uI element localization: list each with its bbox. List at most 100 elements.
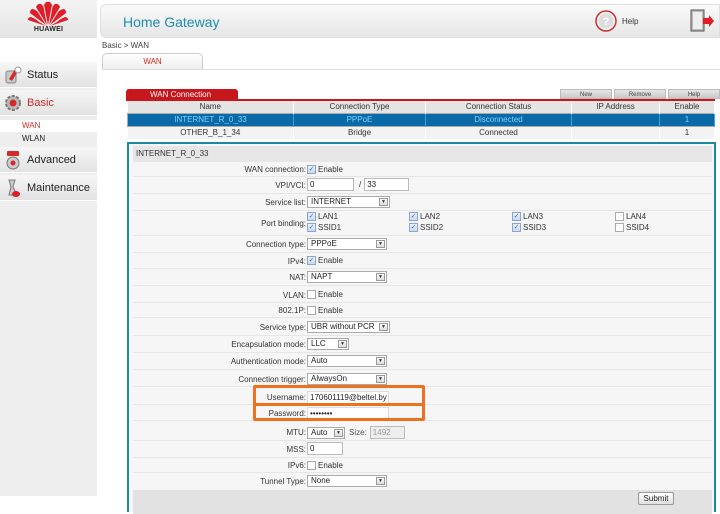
tunnel-type-select[interactable]: None ▼ <box>307 475 387 487</box>
huawei-logo: HUAWEI <box>0 0 97 38</box>
mss-input[interactable]: 0 <box>307 442 343 455</box>
encapsulation-row: Encapsulation mode: LLC ▼ <box>133 336 712 353</box>
sidebar-item-label: Status <box>27 68 59 81</box>
chevron-down-icon: ▼ <box>379 198 388 206</box>
ssid2-checkbox[interactable]: ✓ <box>409 223 418 232</box>
detail-title: INTERNET_R_0_33 <box>133 146 712 162</box>
ipv4-row: IPv4: ✓ Enable <box>133 253 712 269</box>
vlan-label: VLAN: <box>282 291 306 300</box>
table-row[interactable]: INTERNET_R_0_33 PPPoE Disconnected 1 <box>127 113 715 126</box>
sidebar-item-label: Advanced <box>27 153 76 166</box>
connection-type-select[interactable]: PPPoE ▼ <box>307 238 387 250</box>
port-binding-row: Port binding: ✓ LAN1 ✓ LAN2 ✓ LAN3 LAN4 ✓ SS… <box>133 211 712 236</box>
cell-ip <box>571 126 660 139</box>
brand-name: HUAWEI <box>33 26 64 33</box>
ssid1-checkbox[interactable]: ✓ <box>307 223 316 232</box>
8021p-label: 802.1P: <box>278 306 306 315</box>
mss-label: MSS: <box>286 445 306 454</box>
port-binding-label: Port binding: <box>261 219 306 228</box>
cell-enable: 1 <box>659 126 715 139</box>
8021p-checkbox[interactable] <box>307 306 316 315</box>
lan4-checkbox[interactable] <box>615 212 624 221</box>
submit-button[interactable]: Submit <box>638 492 674 505</box>
ssid3-checkbox[interactable]: ✓ <box>512 223 521 232</box>
lan2-checkbox[interactable]: ✓ <box>409 212 418 221</box>
ipv4-checkbox[interactable]: ✓ <box>307 256 316 265</box>
logout-icon[interactable] <box>689 9 715 33</box>
connection-type-row: Connection type: PPPoE ▼ <box>133 236 712 253</box>
chevron-down-icon: ▼ <box>338 340 347 348</box>
auth-mode-row: Authentication mode: Auto ▼ <box>133 353 712 370</box>
header-bar: Home Gateway ? Help <box>100 4 720 38</box>
vpi-vci-separator: / <box>359 180 362 189</box>
nat-row: NAT: NAPT ▼ <box>133 269 712 286</box>
service-type-select[interactable]: UBR without PCR ▼ <box>307 321 390 333</box>
help-label: Help <box>622 16 639 26</box>
sidebar-item-basic[interactable]: Basic <box>0 90 97 116</box>
gear-icon <box>2 92 24 114</box>
mss-row: MSS: 0 <box>133 441 712 458</box>
sidebar-item-label: Basic <box>27 96 54 109</box>
ssid4-checkbox[interactable] <box>615 223 624 232</box>
mtu-select[interactable]: Auto ▼ <box>307 426 345 439</box>
sidebar-subitem-wlan[interactable]: WLAN <box>0 133 97 145</box>
tunnel-type-row: Tunnel Type: None ▼ <box>133 473 712 490</box>
mtu-size-input[interactable]: 1492 <box>369 426 405 439</box>
wan-connection-checkbox[interactable]: ✓ <box>307 165 316 174</box>
table-row[interactable]: OTHER_B_1_34 Bridge Connected 1 <box>127 126 715 139</box>
wan-connection-table: Name Connection Type Connection Status I… <box>127 101 715 139</box>
sidebar-subitem-wan[interactable]: WAN <box>0 120 97 132</box>
sidebar: HUAWEI Status Basic WAN WLAN Advanced Ma… <box>0 0 97 496</box>
ipv4-label: IPv4: <box>287 257 306 266</box>
credentials-highlight-divider <box>253 403 425 406</box>
vci-input[interactable]: 33 <box>364 178 410 191</box>
cell-status: Connected <box>425 126 572 139</box>
service-list-select[interactable]: INTERNET ▼ <box>307 196 390 208</box>
tunnel-type-label: Tunnel Type: <box>260 477 306 486</box>
tab-wan[interactable]: WAN <box>102 53 203 69</box>
app-title: Home Gateway <box>123 14 220 30</box>
service-list-row: Service list: INTERNET ▼ <box>133 194 712 211</box>
cell-type: PPPoE <box>293 113 426 126</box>
ipv6-row: IPv6: Enable <box>133 458 712 473</box>
lan1-checkbox[interactable]: ✓ <box>307 212 316 221</box>
cell-name: OTHER_B_1_34 <box>127 126 294 139</box>
nat-label: NAT: <box>289 273 306 282</box>
auth-mode-select[interactable]: Auto ▼ <box>307 355 387 367</box>
table-header-row: Name Connection Type Connection Status I… <box>127 101 715 113</box>
col-enable: Enable <box>659 101 715 113</box>
breadcrumb: Basic > WAN <box>102 41 150 50</box>
col-name: Name <box>127 101 294 113</box>
sidebar-item-advanced[interactable]: Advanced <box>0 147 97 173</box>
svg-text:?: ? <box>603 16 610 28</box>
vlan-checkbox[interactable] <box>307 290 316 299</box>
chevron-down-icon: ▼ <box>379 323 388 331</box>
chevron-down-icon: ▼ <box>376 273 385 281</box>
sidebar-item-status[interactable]: Status <box>0 62 97 88</box>
connection-type-label: Connection type: <box>245 240 306 249</box>
advanced-icon <box>2 149 24 171</box>
maintenance-icon <box>2 177 24 199</box>
encapsulation-select[interactable]: LLC ▼ <box>307 338 349 350</box>
submit-bar: Submit <box>133 490 712 514</box>
help-link[interactable]: ? Help <box>595 10 638 32</box>
ipv6-checkbox[interactable] <box>307 461 316 470</box>
cell-name: INTERNET_R_0_33 <box>127 113 294 126</box>
nat-select[interactable]: NAPT ▼ <box>307 271 387 283</box>
chevron-down-icon: ▼ <box>376 375 385 383</box>
service-type-row: Service type: UBR without PCR ▼ <box>133 318 712 336</box>
connection-detail-panel: INTERNET_R_0_33 WAN connection: ✓ Enable… <box>127 142 716 514</box>
remove-button[interactable]: Remove <box>614 89 666 99</box>
vpi-input[interactable]: 0 <box>307 178 354 191</box>
size-label: Size: <box>349 428 367 437</box>
lan3-checkbox[interactable]: ✓ <box>512 212 521 221</box>
wan-connection-label: WAN connection: <box>244 165 306 174</box>
huawei-logo-icon <box>28 1 68 26</box>
table-help-button[interactable]: Help <box>668 89 720 99</box>
sidebar-item-maintenance[interactable]: Maintenance <box>0 175 97 201</box>
conn-trigger-select[interactable]: AlwaysOn ▼ <box>307 373 387 385</box>
new-button[interactable]: New <box>560 89 612 99</box>
conn-trigger-label: Connection trigger: <box>238 375 306 384</box>
chevron-down-icon: ▼ <box>376 240 385 248</box>
sidebar-item-label: Maintenance <box>27 181 90 194</box>
